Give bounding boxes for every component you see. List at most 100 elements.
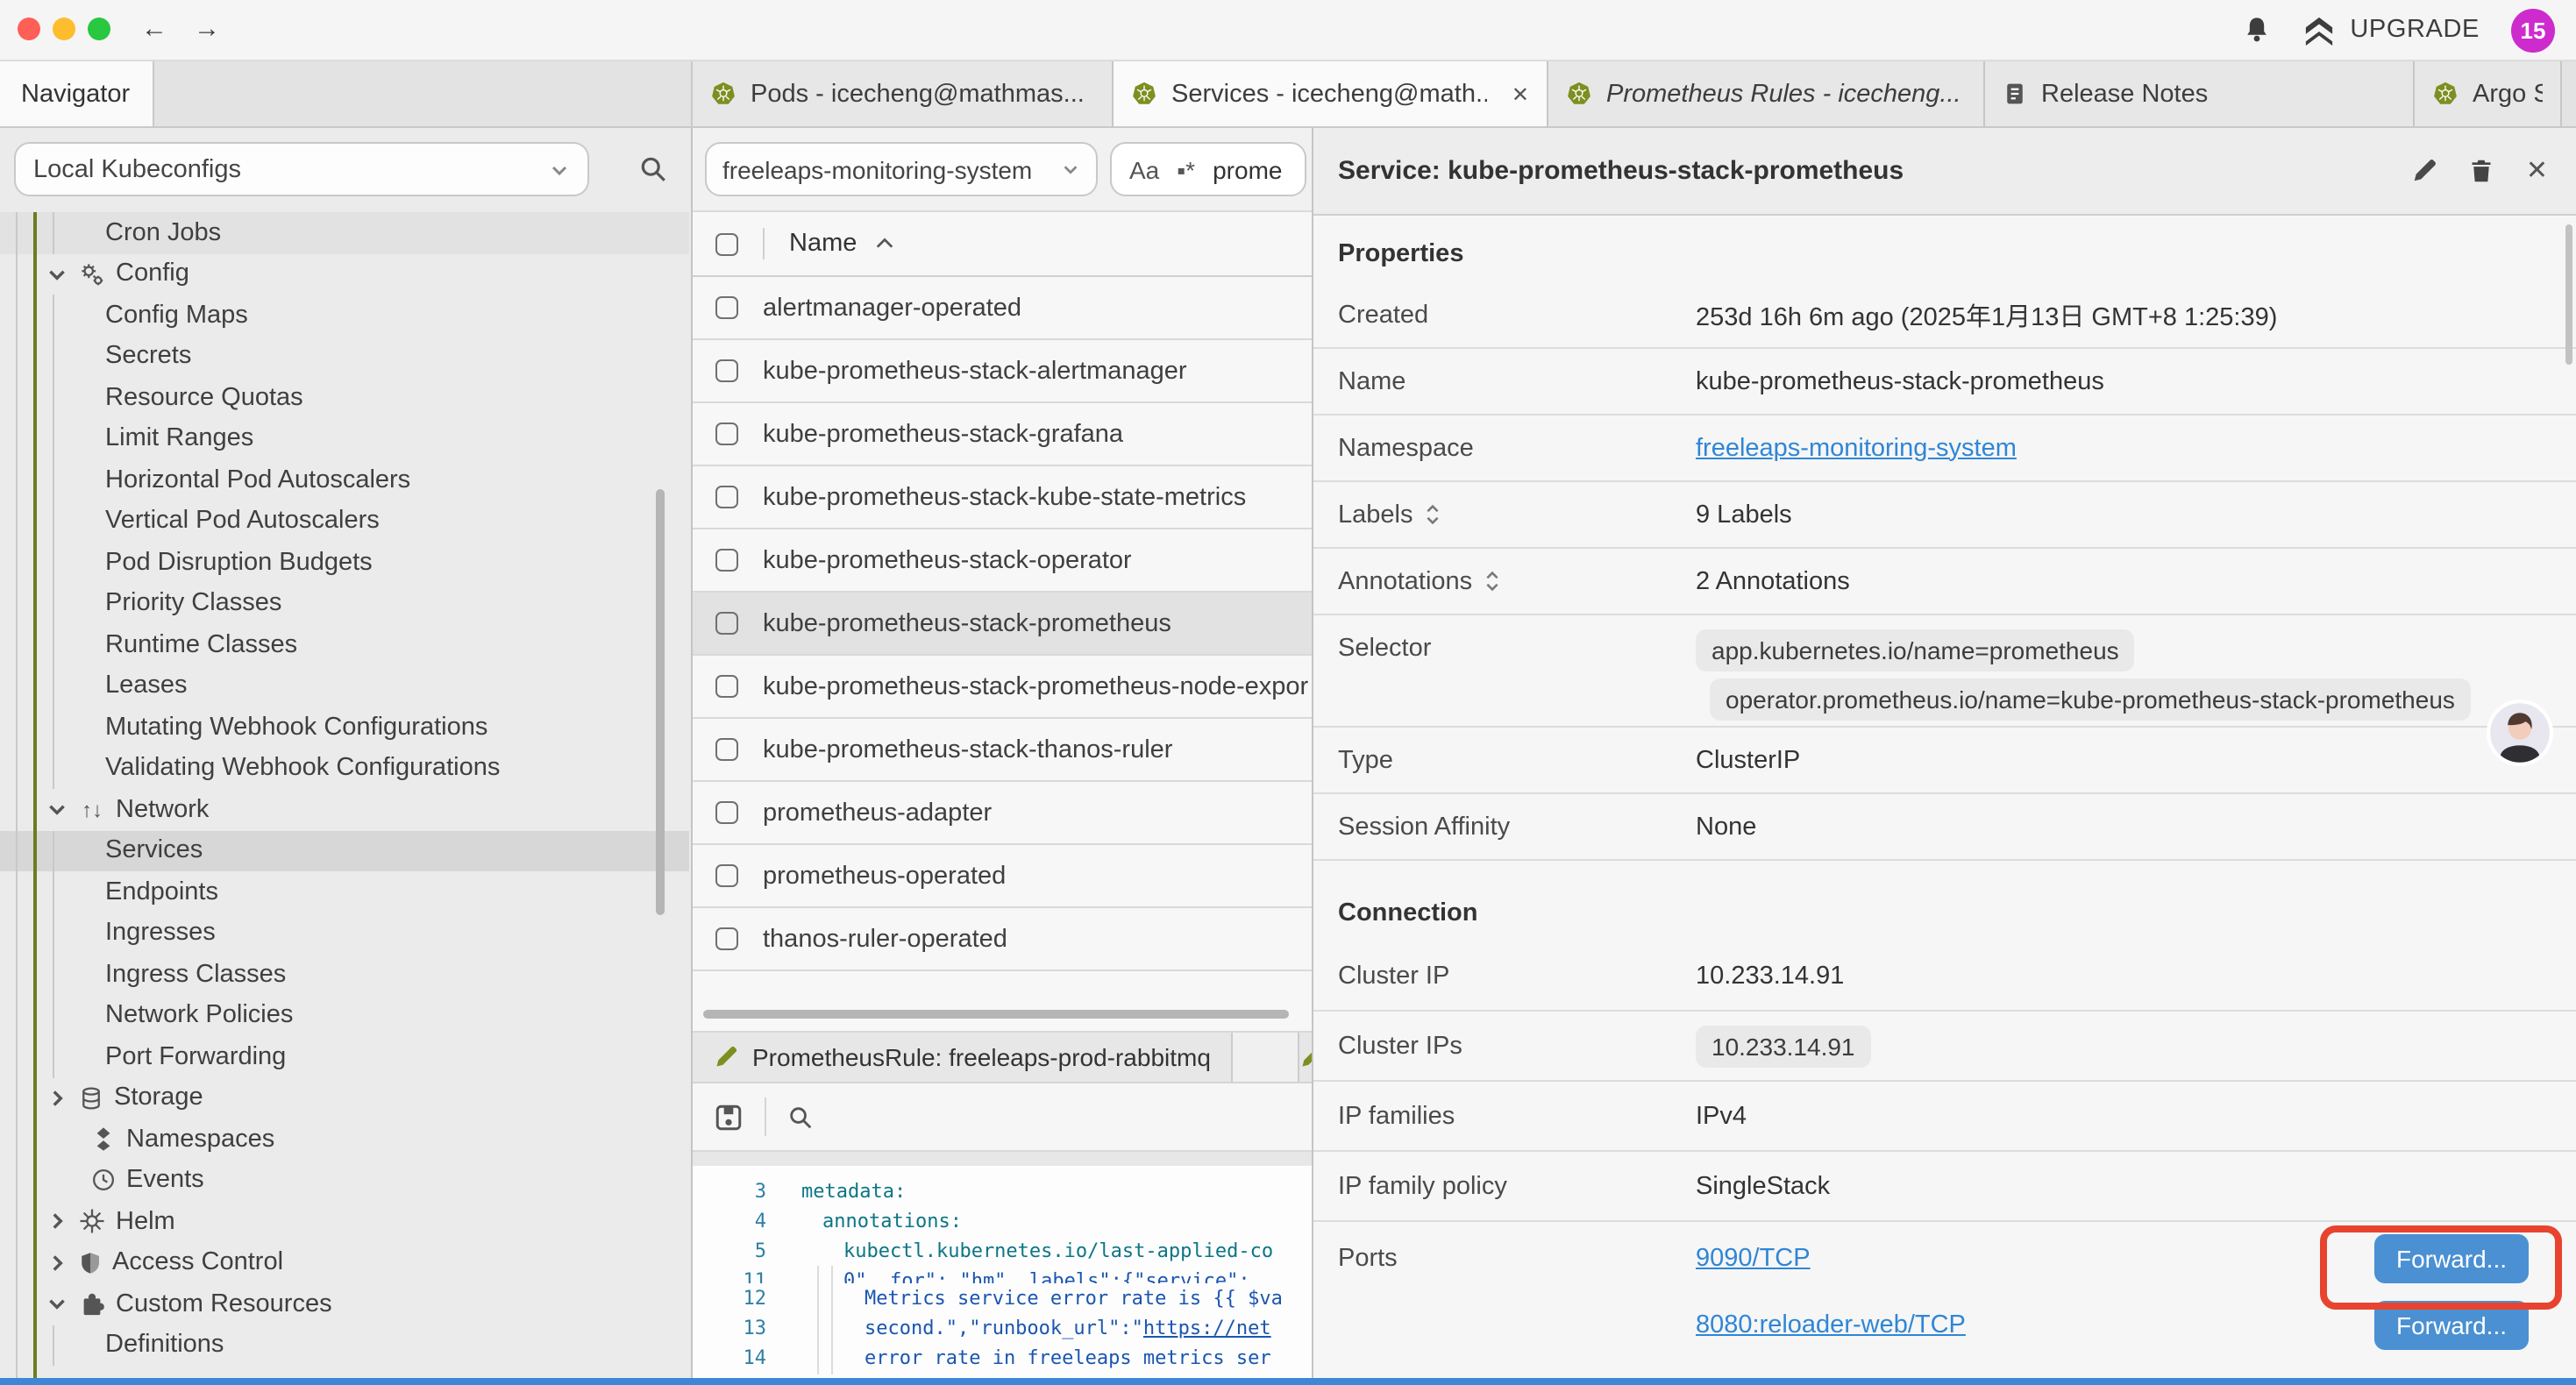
row-checkbox[interactable] — [715, 359, 738, 382]
search-input[interactable]: Aa ▪* prome — [1110, 142, 1306, 196]
row-checkbox[interactable] — [715, 801, 738, 824]
row-checkbox[interactable] — [715, 486, 738, 508]
sidebar-item-services[interactable]: Services — [0, 830, 689, 871]
port-link[interactable]: 9090/TCP — [1696, 1245, 1811, 1273]
sidebar-item-port-forwarding[interactable]: Port Forwarding — [0, 1036, 689, 1077]
detail-row-type: TypeClusterIP — [1313, 728, 2576, 794]
close-tab-icon[interactable]: ✕ — [1501, 82, 1529, 106]
sidebar-item-priority-classes[interactable]: Priority Classes — [0, 583, 689, 624]
traffic-light-close[interactable] — [18, 18, 40, 40]
row-checkbox[interactable] — [715, 612, 738, 635]
sidebar-item-pod-disruption-budgets[interactable]: Pod Disruption Budgets — [0, 542, 689, 583]
forward-button[interactable]: Forward... — [2374, 1234, 2529, 1283]
user-avatar[interactable] — [2487, 700, 2553, 766]
editor-search-icon[interactable] — [787, 1104, 814, 1130]
sidebar-item-custom-resources[interactable]: Custom Resources — [0, 1283, 689, 1325]
sidebar-item-ingress-classes[interactable]: Ingress Classes — [0, 954, 689, 995]
port-link[interactable]: 8080:reloader-web/TCP — [1696, 1311, 1966, 1339]
sidebar-scrollbar-thumb[interactable] — [656, 489, 665, 915]
sidebar-item-horizontal-pod-autoscalers[interactable]: Horizontal Pod Autoscalers — [0, 459, 689, 501]
detail-row-created: Created253d 16h 6m ago (2025年1月13日 GMT+8… — [1313, 282, 2576, 349]
close-icon[interactable]: ✕ — [2526, 158, 2548, 184]
sort-ascending-icon[interactable] — [874, 237, 893, 251]
sidebar-item-ingresses[interactable]: Ingresses — [0, 913, 689, 954]
sidebar-item-mutating-webhook-configurations[interactable]: Mutating Webhook Configurations — [0, 707, 689, 748]
sidebar-item-config-maps[interactable]: Config Maps — [0, 295, 689, 336]
row-checkbox[interactable] — [715, 927, 738, 950]
tab-editor-partial[interactable] — [1298, 1033, 1312, 1082]
detail-label-text: Cluster IPs — [1338, 1032, 1462, 1060]
detail-scrollbar-thumb[interactable] — [2565, 224, 2572, 365]
sidebar-item-definitions[interactable]: Definitions — [0, 1325, 689, 1366]
table-row-kube-prometheus-stack-alertmanager[interactable]: kube-prometheus-stack-alertmanager — [693, 340, 1312, 403]
regex-toggle[interactable]: ▪* — [1177, 155, 1195, 183]
table-row-prometheus-adapter[interactable]: prometheus-adapter — [693, 782, 1312, 845]
kubeconfig-selector[interactable]: Local Kubeconfigs — [14, 142, 589, 196]
sidebar-item-access-control[interactable]: Access Control — [0, 1242, 689, 1283]
helm-icon — [79, 1209, 105, 1235]
sidebar-item-events[interactable]: Events — [0, 1160, 689, 1201]
sidebar-item-runtime-classes[interactable]: Runtime Classes — [0, 624, 689, 665]
service-name: kube-prometheus-stack-prometheus — [763, 609, 1171, 637]
tab-prometheusrule-editor[interactable]: PrometheusRule: freeleaps-prod-rabbitmq — [693, 1033, 1234, 1082]
detail-label-text: Labels — [1338, 501, 1413, 529]
sidebar-item-secrets[interactable]: Secrets — [0, 336, 689, 377]
row-checkbox[interactable] — [715, 675, 738, 698]
table-row-alertmanager-operated[interactable]: alertmanager-operated — [693, 277, 1312, 340]
name-column-header[interactable]: Name — [789, 230, 857, 258]
tab-prometheus-rules-icecheng[interactable]: Prometheus Rules - icecheng... — [1548, 61, 1985, 126]
select-all-checkbox[interactable] — [715, 232, 738, 255]
table-row-thanos-ruler-operated[interactable]: thanos-ruler-operated — [693, 908, 1312, 971]
sidebar-search-icon[interactable] — [638, 154, 668, 184]
table-row-kube-prometheus-stack-operator[interactable]: kube-prometheus-stack-operator — [693, 529, 1312, 593]
back-button[interactable]: ← — [133, 14, 175, 46]
table-row-kube-prometheus-stack-prometheus[interactable]: kube-prometheus-stack-prometheus — [693, 593, 1312, 656]
traffic-light-zoom[interactable] — [88, 18, 110, 40]
forward-button[interactable]: → — [186, 14, 228, 46]
trash-icon[interactable] — [2470, 158, 2494, 184]
tab-services-icecheng-math[interactable]: Services - icecheng@math...✕ — [1114, 61, 1548, 126]
sidebar-item-endpoints[interactable]: Endpoints — [0, 871, 689, 913]
sidebar-item-helm[interactable]: Helm — [0, 1201, 689, 1242]
sidebar-item-network-policies[interactable]: Network Policies — [0, 995, 689, 1036]
detail-label: IP families — [1338, 1102, 1455, 1130]
sidebar-item-limit-ranges[interactable]: Limit Ranges — [0, 418, 689, 459]
tab-argo-se[interactable]: Argo Se — [2415, 61, 2562, 126]
sidebar-item-leases[interactable]: Leases — [0, 665, 689, 707]
sidebar-item-network[interactable]: ↑↓Network — [0, 789, 689, 830]
yaml-editor[interactable]: 3metadata:4annotations:5kubectl.kubernet… — [693, 1166, 1312, 1385]
sidebar-item-vertical-pod-autoscalers[interactable]: Vertical Pod Autoscalers — [0, 501, 689, 542]
row-checkbox[interactable] — [715, 549, 738, 572]
table-row-kube-prometheus-stack-thanos-ruler[interactable]: kube-prometheus-stack-thanos-ruler — [693, 719, 1312, 782]
sidebar-item-cron-jobs[interactable]: Cron Jobs — [0, 212, 689, 253]
row-checkbox[interactable] — [715, 423, 738, 445]
sidebar-item-label: Namespaces — [126, 1126, 274, 1154]
sidebar-item-storage[interactable]: Storage — [0, 1077, 689, 1119]
editor-scroll-band[interactable] — [693, 1150, 1312, 1166]
row-checkbox[interactable] — [715, 738, 738, 761]
namespace-selector[interactable]: freeleaps-monitoring-system — [705, 142, 1098, 196]
row-checkbox[interactable] — [715, 864, 738, 887]
forward-button[interactable]: Forward... — [2374, 1301, 2529, 1350]
table-row-kube-prometheus-stack-kube-state-metrics[interactable]: kube-prometheus-stack-kube-state-metrics — [693, 466, 1312, 529]
sidebar-item-namespaces[interactable]: Namespaces — [0, 1119, 689, 1160]
table-row-kube-prometheus-stack-grafana[interactable]: kube-prometheus-stack-grafana — [693, 403, 1312, 466]
match-case-toggle[interactable]: Aa — [1129, 155, 1159, 183]
bell-icon[interactable] — [2243, 16, 2271, 44]
edit-pencil-icon[interactable] — [2412, 158, 2438, 184]
tab-release-notes[interactable]: Release Notes — [1985, 61, 2415, 126]
save-icon[interactable] — [714, 1102, 744, 1132]
notification-badge[interactable]: 15 — [2511, 8, 2555, 52]
sidebar-item-validating-webhook-configurations[interactable]: Validating Webhook Configurations — [0, 748, 689, 789]
table-row-prometheus-operated[interactable]: prometheus-operated — [693, 845, 1312, 908]
row-checkbox[interactable] — [715, 296, 738, 319]
tab-pods-icecheng-mathmas[interactable]: Pods - icecheng@mathmas... — [693, 61, 1114, 126]
horizontal-scrollbar-thumb[interactable] — [703, 1010, 1289, 1019]
detail-value-link[interactable]: freeleaps-monitoring-system — [1696, 434, 2017, 462]
sidebar-item-config[interactable]: Config — [0, 253, 689, 295]
traffic-light-minimize[interactable] — [53, 18, 75, 40]
table-row-kube-prometheus-stack-prometheus-node-expor[interactable]: kube-prometheus-stack-prometheus-node-ex… — [693, 656, 1312, 719]
sidebar-item-resource-quotas[interactable]: Resource Quotas — [0, 377, 689, 418]
tab-navigator[interactable]: Navigator — [0, 61, 154, 126]
upgrade-button[interactable]: UPGRADE — [2302, 15, 2480, 45]
